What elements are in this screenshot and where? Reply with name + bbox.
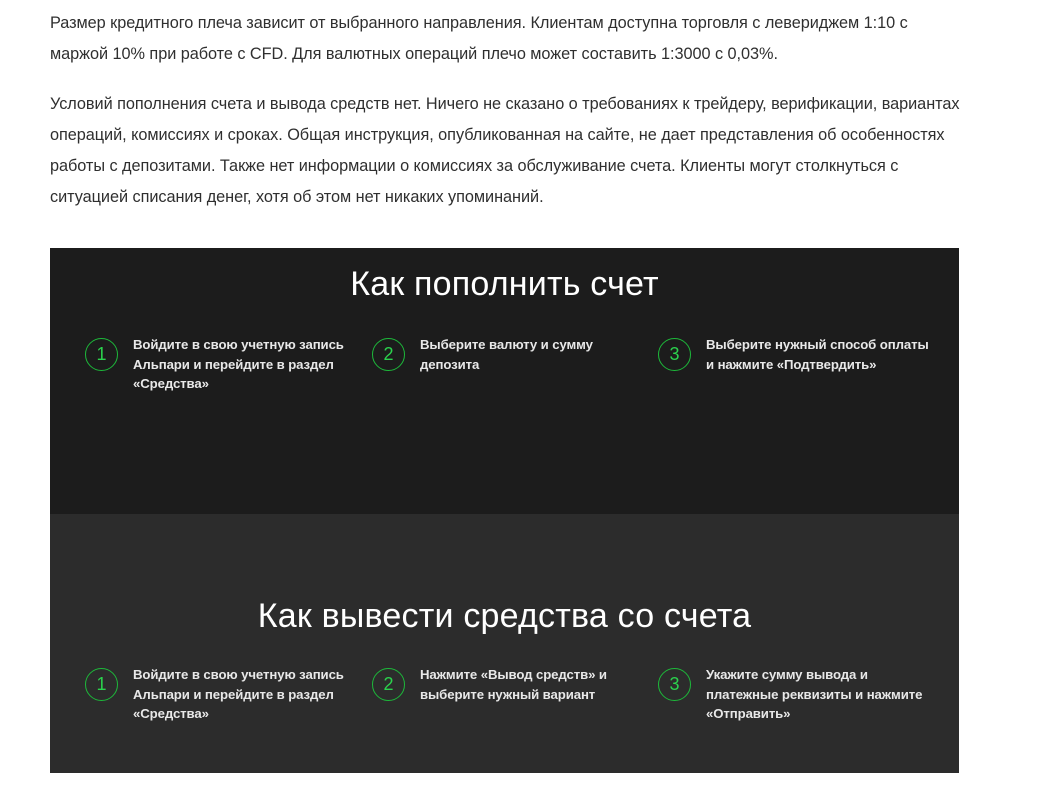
step-text: Выберите валюту и сумму депозита — [420, 337, 593, 372]
step-number-circle: 3 — [658, 668, 691, 701]
article-paragraph: Размер кредитного плеча зависит от выбра… — [50, 14, 908, 63]
withdraw-panel: Как вывести средства со счета 1 Войдите … — [50, 514, 959, 773]
step-number-circle: 3 — [658, 338, 691, 371]
withdraw-title: Как вывести средства со счета — [257, 597, 752, 635]
step-number-circle: 1 — [85, 338, 118, 371]
step-text: Выберите нужный способ оплаты и нажмите … — [706, 337, 929, 372]
deposit-panel: Как пополнить счет 1 Войдите в свою учет… — [50, 248, 959, 514]
step-text: Нажмите «Вывод средств» и выберите нужны… — [420, 667, 607, 702]
step-text: Войдите в свою учетную запись Альпари и … — [133, 667, 344, 721]
article-body: Размер кредитного плеча зависит от выбра… — [50, 8, 970, 232]
article-paragraph: Условий пополнения счета и вывода средст… — [50, 95, 960, 206]
step-number-circle: 2 — [372, 338, 405, 371]
step-text: Войдите в свою учетную запись Альпари и … — [133, 337, 344, 391]
step-number-circle: 2 — [372, 668, 405, 701]
step-number-circle: 1 — [85, 668, 118, 701]
instruction-banner-image: Как пополнить счет 1 Войдите в свою учет… — [50, 248, 959, 773]
step-text: Укажите сумму вывода и платежные реквизи… — [706, 667, 923, 721]
deposit-title: Как пополнить счет — [350, 265, 659, 303]
